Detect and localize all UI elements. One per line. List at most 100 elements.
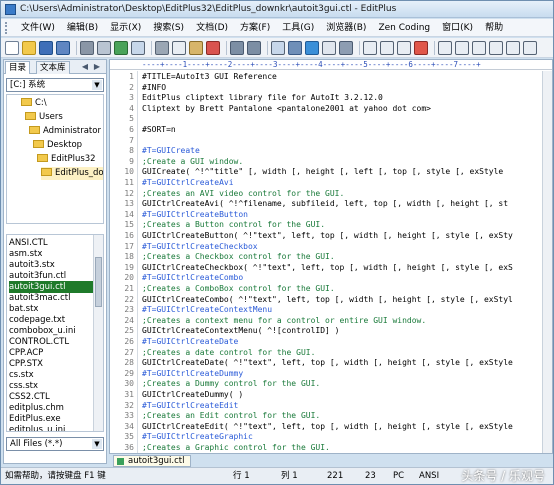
code-line[interactable]: #T=GUICtrlCreateEdit — [142, 401, 238, 411]
menu-document[interactable]: 文档(D) — [190, 19, 234, 37]
code-line[interactable]: GUICtrlCreateCheckbox( ^!"text", left, t… — [142, 263, 513, 273]
folder-item[interactable]: Desktop — [33, 139, 82, 152]
undo-icon[interactable] — [230, 40, 244, 55]
code-line[interactable]: EditPlus cliptext library file for AutoI… — [142, 93, 383, 103]
spellcheck-icon[interactable] — [114, 40, 128, 55]
find-icon[interactable] — [131, 40, 145, 55]
cut-icon[interactable] — [155, 40, 169, 55]
chevron-down-icon[interactable]: ▼ — [92, 439, 102, 449]
folder-item-selected[interactable]: EditPlus_down — [41, 167, 103, 180]
code-line[interactable]: GUICtrlCreateCombo( ^!"text", left, top … — [142, 295, 513, 305]
chevron-down-icon[interactable]: ▼ — [92, 80, 102, 90]
code-line[interactable]: GUICreate( ^!^"title" [, width [, height… — [142, 167, 503, 177]
browser-icon[interactable] — [305, 40, 319, 55]
code-line[interactable]: #T=GUICtrlCreateGraphic — [142, 432, 253, 442]
code-line[interactable]: ;Creates an AVI video control for the GU… — [142, 189, 344, 199]
word-wrap-icon[interactable] — [363, 40, 377, 55]
delete-icon[interactable] — [206, 40, 220, 55]
check-icon[interactable] — [414, 40, 428, 55]
line-number: 18 — [124, 252, 134, 261]
code-line[interactable]: GUICtrlCreateButton( ^!"text", left, top… — [142, 231, 513, 241]
chevron-right-icon[interactable]: ▶ — [92, 62, 102, 72]
document-tab[interactable]: autoit3gui.ctl — [113, 455, 192, 467]
code-line[interactable]: #INFO — [142, 83, 166, 93]
menu-view[interactable]: 显示(X) — [104, 19, 147, 37]
menu-help[interactable]: 帮助 — [479, 19, 509, 37]
line-number: 34 — [124, 422, 134, 431]
code-line[interactable]: ;Create a GUI window. — [142, 157, 243, 167]
scrollbar-thumb[interactable] — [95, 257, 102, 307]
chevron-left-icon[interactable]: ◀ — [80, 62, 90, 72]
folder-item[interactable]: Users — [25, 111, 63, 124]
code-line[interactable]: ;Creates a Graphic control for the GUI. — [142, 443, 330, 453]
code-line[interactable]: ;Creates a date control for the GUI. — [142, 348, 315, 358]
folder-item[interactable]: EditPlus32 — [37, 153, 96, 166]
code-line[interactable]: GUICtrlCreateContextMenu( ^![controlID] … — [142, 326, 339, 336]
file-filter-value: All Files (*.*) — [10, 439, 63, 449]
code-line[interactable]: #T=GUICtrlCreateCheckbox — [142, 242, 258, 252]
column-ruler: ----+----1----+----2----+----3----+----4… — [110, 60, 552, 70]
print-icon[interactable] — [80, 40, 94, 55]
open-icon[interactable] — [22, 40, 36, 55]
window-icon[interactable] — [472, 40, 486, 55]
code-line[interactable]: #SORT=n — [142, 125, 176, 135]
editor-pane[interactable]: ----+----1----+----2----+----3----+----4… — [109, 59, 553, 454]
code-line[interactable]: GUICtrlCreateAvi( ^!^filename, subfileid… — [142, 199, 508, 209]
code-line[interactable]: GUICtrlCreateDate( ^!"text", left, top [… — [142, 358, 513, 368]
code-line[interactable]: Cliptext by Brett Pantalone <pantalone20… — [142, 104, 431, 114]
drive-select[interactable]: [C:] 系统 ▼ — [6, 78, 104, 92]
folder-item[interactable]: C:\ — [21, 97, 47, 110]
line-number: 10 — [124, 167, 134, 176]
ruler-icon[interactable] — [380, 40, 394, 55]
code-line[interactable]: ;Creates a ComboBox control for the GUI. — [142, 284, 335, 294]
file-filter-select[interactable]: All Files (*.*) ▼ — [6, 437, 104, 451]
file-item[interactable]: editplus_u.ini — [9, 424, 93, 431]
code-area[interactable]: #TITLE=AutoIt3 GUI Reference #INFO EditPlu… — [142, 71, 540, 453]
tab-directory[interactable]: 目录 — [5, 61, 31, 74]
menu-edit[interactable]: 编辑(B) — [61, 19, 104, 37]
folder-item[interactable]: Administrator — [29, 125, 101, 138]
paste-icon[interactable] — [189, 40, 203, 55]
hex-icon[interactable] — [322, 40, 336, 55]
settings-icon[interactable] — [339, 40, 353, 55]
menu-project[interactable]: 方案(F) — [234, 19, 276, 37]
tab-cliptext[interactable]: 文本库 — [36, 61, 70, 74]
code-line[interactable]: GUICtrlCreateEdit( ^!"text", left, top [… — [142, 422, 513, 432]
save-all-icon[interactable] — [56, 40, 70, 55]
copy-icon[interactable] — [172, 40, 186, 55]
replace-icon[interactable] — [271, 40, 285, 55]
code-line[interactable]: #T=GUICtrlCreateAvi — [142, 178, 234, 188]
code-line[interactable]: ;Creates an Edit control for the GUI. — [142, 411, 320, 421]
editor-scrollbar[interactable] — [542, 71, 552, 453]
code-line[interactable]: ;Creates a context menu for a control or… — [142, 316, 426, 326]
code-line[interactable]: #T=GUICtrlCreateDummy — [142, 369, 243, 379]
menu-tools[interactable]: 工具(G) — [276, 19, 320, 37]
menu-window[interactable]: 窗口(K) — [436, 19, 479, 37]
code-line[interactable]: #T=GUICtrlCreateContextMenu — [142, 305, 272, 315]
code-line[interactable]: #TITLE=AutoIt3 GUI Reference — [142, 72, 277, 82]
menu-search[interactable]: 搜索(S) — [147, 19, 190, 37]
code-line[interactable]: #T=GUICtrlCreateDate — [142, 337, 238, 347]
code-line[interactable]: #T=GUICtrlCreateCombo — [142, 273, 243, 283]
code-line[interactable]: ;Creates a Button control for the GUI. — [142, 220, 325, 230]
file-list-scrollbar[interactable] — [93, 235, 103, 431]
code-line[interactable]: ;Creates a Dummy control for the GUI. — [142, 379, 320, 389]
new-file-icon[interactable] — [5, 40, 19, 55]
code-line[interactable]: #T=GUICreate — [142, 146, 200, 156]
window-icon[interactable] — [438, 40, 452, 55]
window-icon[interactable] — [523, 40, 537, 55]
code-line[interactable]: ;Creates a Checkbox control for the GUI. — [142, 252, 335, 262]
window-icon[interactable] — [489, 40, 503, 55]
print-preview-icon[interactable] — [97, 40, 111, 55]
menu-file[interactable]: 文件(W) — [15, 19, 61, 37]
menu-browser[interactable]: 浏览器(B) — [320, 19, 372, 37]
code-line[interactable]: GUICtrlCreateDummy( ) — [142, 390, 243, 400]
save-icon[interactable] — [39, 40, 53, 55]
code-line[interactable]: #T=GUICtrlCreateButton — [142, 210, 248, 220]
window-icon[interactable] — [506, 40, 520, 55]
menu-zen-coding[interactable]: Zen Coding — [372, 19, 436, 37]
window-icon[interactable] — [455, 40, 469, 55]
redo-icon[interactable] — [247, 40, 261, 55]
goto-icon[interactable] — [288, 40, 302, 55]
line-number-icon[interactable] — [397, 40, 411, 55]
